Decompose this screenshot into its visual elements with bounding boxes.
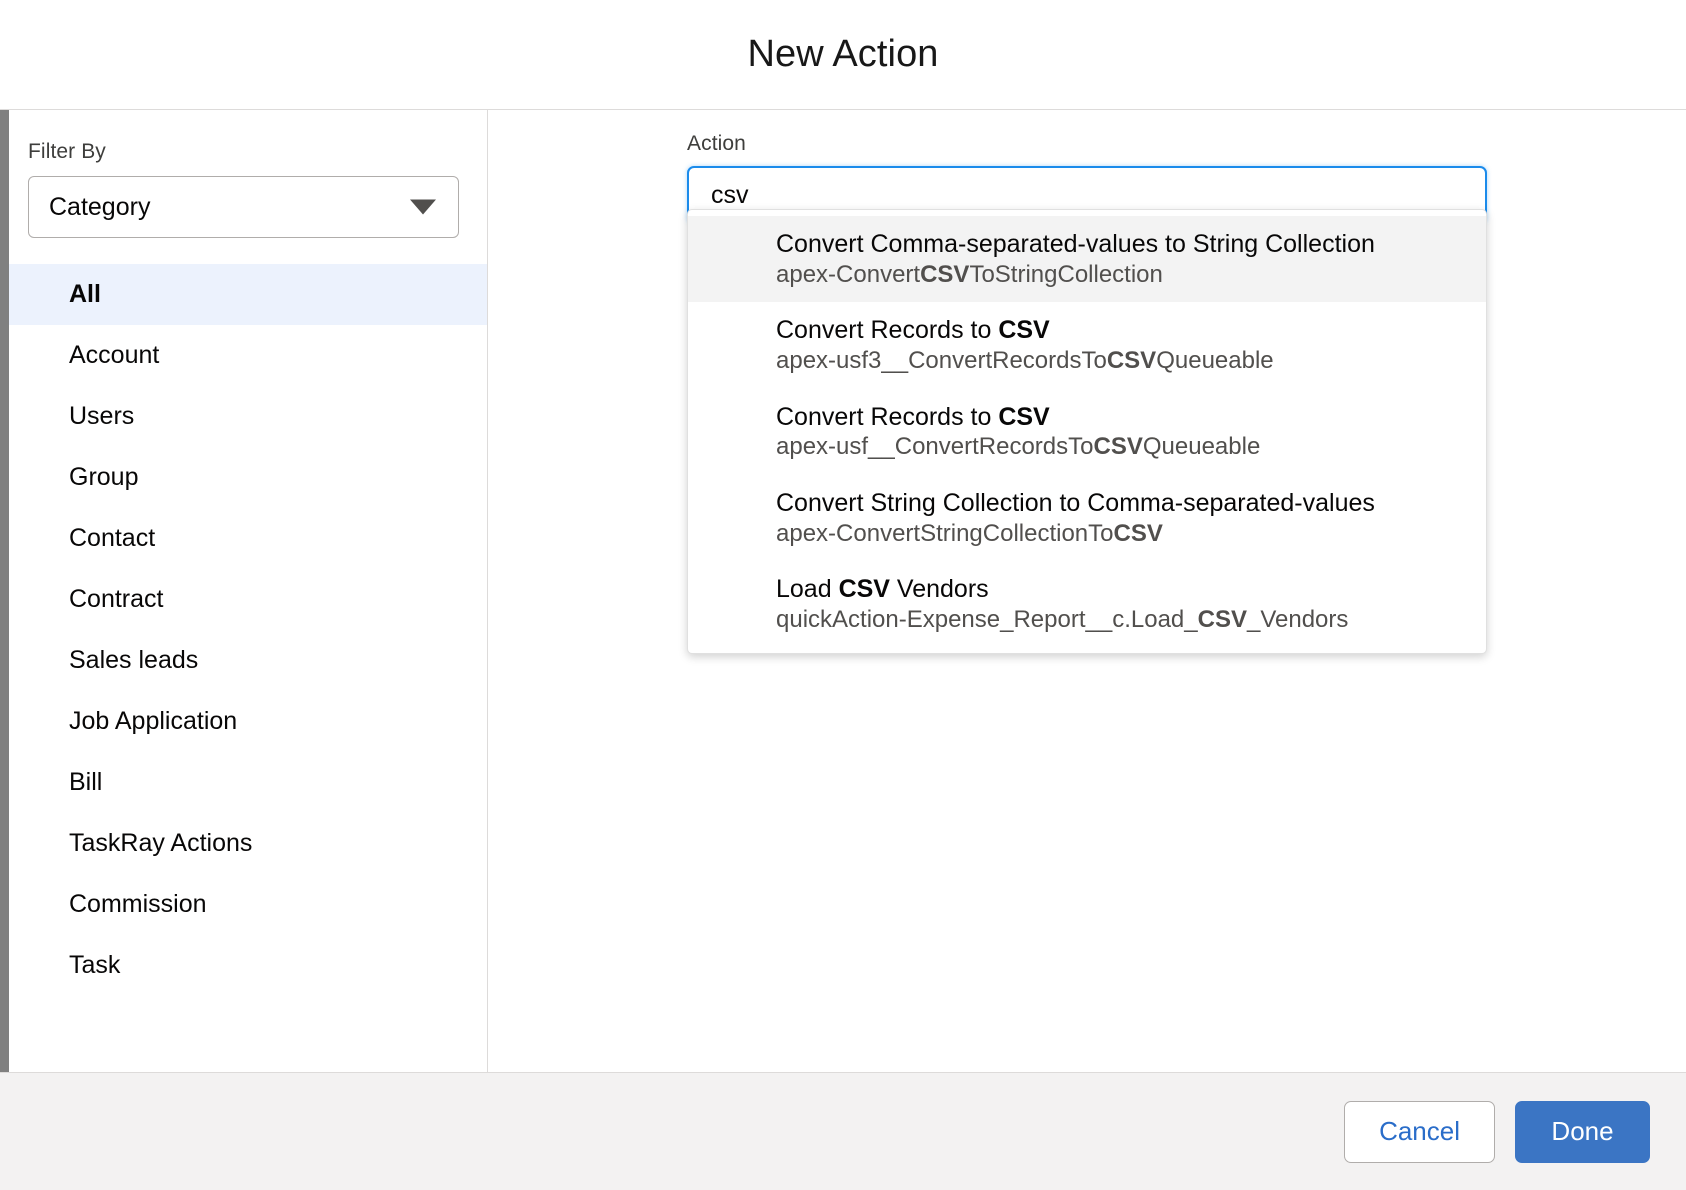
- dropdown-option[interactable]: Load CSV Vendors quickAction-Expense_Repo…: [688, 561, 1486, 647]
- sidebar-item-contract[interactable]: Contract: [0, 569, 487, 630]
- dropdown-option-subtitle: apex-usf__ConvertRecordsToCSVQueueable: [776, 433, 1261, 461]
- sidebar-item-label: Task: [69, 951, 121, 979]
- sidebar-item-label: Users: [69, 402, 135, 430]
- dropdown-option[interactable]: Convert Records to CSV apex-usf3__Convert…: [688, 302, 1486, 388]
- sidebar-item-label: Bill: [69, 768, 103, 796]
- sidebar-item-users[interactable]: Users: [0, 386, 487, 447]
- dropdown-option-subtitle: quickAction-Expense_Report__c.Load_CSV_V…: [776, 605, 1349, 633]
- filter-category-value: Category: [49, 192, 151, 221]
- sidebar-scrollbar[interactable]: [0, 110, 9, 1072]
- dropdown-option-title: Convert Comma-separated-values to String…: [776, 230, 1375, 258]
- sidebar-item-label: TaskRay Actions: [69, 829, 253, 857]
- sidebar-item-label: Account: [69, 341, 160, 369]
- sidebar-item-sales-leads[interactable]: Sales leads: [0, 630, 487, 691]
- dropdown-option-subtitle: apex-ConvertCSVToStringCollection: [776, 260, 1163, 288]
- dropdown-option-title: Convert String Collection to Comma-separ…: [776, 488, 1375, 517]
- filter-category-select[interactable]: Category: [28, 176, 459, 238]
- filter-sidebar: Filter By Category All Account Users Group C…: [0, 110, 488, 1072]
- dropdown-option-subtitle: apex-usf3__ConvertRecordsToCSVQueueable: [776, 347, 1274, 375]
- modal-body: Filter By Category All Account Users Group C…: [0, 110, 1686, 1072]
- dropdown-option[interactable]: Convert String Collection to Comma-separ…: [688, 475, 1486, 561]
- action-main-panel: Action Lights, camera, action! Select an…: [488, 110, 1686, 1072]
- dropdown-option[interactable]: Convert Comma-separated-values to String…: [688, 216, 1486, 303]
- filter-by-label: Filter By: [28, 140, 106, 163]
- sidebar-item-job-application[interactable]: Job Application: [0, 691, 487, 752]
- modal-footer: Cancel Done: [0, 1072, 1686, 1190]
- action-results-dropdown: Convert Comma-separated-values to String…: [687, 209, 1487, 655]
- cancel-button[interactable]: Cancel: [1344, 1100, 1495, 1163]
- sidebar-item-account[interactable]: Account: [0, 325, 487, 386]
- sidebar-item-group[interactable]: Group: [0, 447, 487, 508]
- action-label: Action: [687, 132, 746, 155]
- sidebar-item-label: Job Application: [69, 707, 238, 735]
- modal-header: New Action: [0, 0, 1686, 110]
- chevron-down-icon: [410, 199, 436, 215]
- sidebar-item-bill[interactable]: Bill: [0, 752, 487, 813]
- sidebar-item-label: Contact: [69, 524, 156, 552]
- sidebar-item-contact[interactable]: Contact: [0, 508, 487, 569]
- done-button[interactable]: Done: [1515, 1100, 1650, 1163]
- sidebar-item-commission[interactable]: Commission: [0, 874, 487, 935]
- category-list: All Account Users Group Contact Contract Sales…: [0, 264, 487, 1072]
- sidebar-item-taskray-actions[interactable]: TaskRay Actions: [0, 813, 487, 874]
- dropdown-option-title: Load CSV Vendors: [776, 575, 989, 604]
- sidebar-item-all[interactable]: All: [0, 264, 487, 325]
- sidebar-item-label: Commission: [69, 890, 207, 918]
- sidebar-item-label: Contract: [69, 585, 164, 613]
- dropdown-option[interactable]: Convert Records to CSV apex-usf__ConvertR…: [688, 389, 1486, 475]
- new-action-modal: New Action Filter By Category All Account…: [0, 0, 1686, 1190]
- page-title: New Action: [747, 33, 939, 75]
- sidebar-item-label: Group: [69, 463, 139, 491]
- sidebar-item-task[interactable]: Task: [0, 935, 487, 996]
- dropdown-option-title: Convert Records to CSV: [776, 402, 1050, 431]
- dropdown-option-title: Convert Records to CSV: [776, 316, 1050, 345]
- sidebar-item-label: Sales leads: [69, 646, 199, 674]
- filter-block: Filter By Category: [0, 110, 487, 264]
- sidebar-item-label: All: [69, 280, 101, 308]
- dropdown-option-subtitle: apex-ConvertStringCollectionToCSV: [776, 519, 1163, 547]
